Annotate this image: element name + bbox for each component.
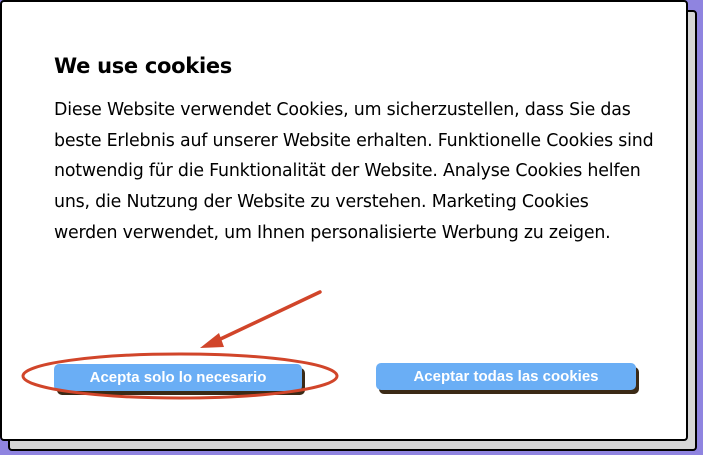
dialog-body-text: Diese Website verwendet Cookies, um sich… [54,100,654,243]
accept-all-button[interactable]: Aceptar todas las cookies [376,363,636,390]
accept-necessary-button[interactable]: Acepta solo lo necesario [54,364,302,391]
necessary-button-wrapper: Acepta solo lo necesario [54,364,305,395]
dialog-title: We use cookies [54,54,232,78]
accept-all-button-wrapper: Aceptar todas las cookies [376,363,639,394]
cookie-consent-dialog: We use cookies Diese Website verwendet C… [0,0,688,441]
